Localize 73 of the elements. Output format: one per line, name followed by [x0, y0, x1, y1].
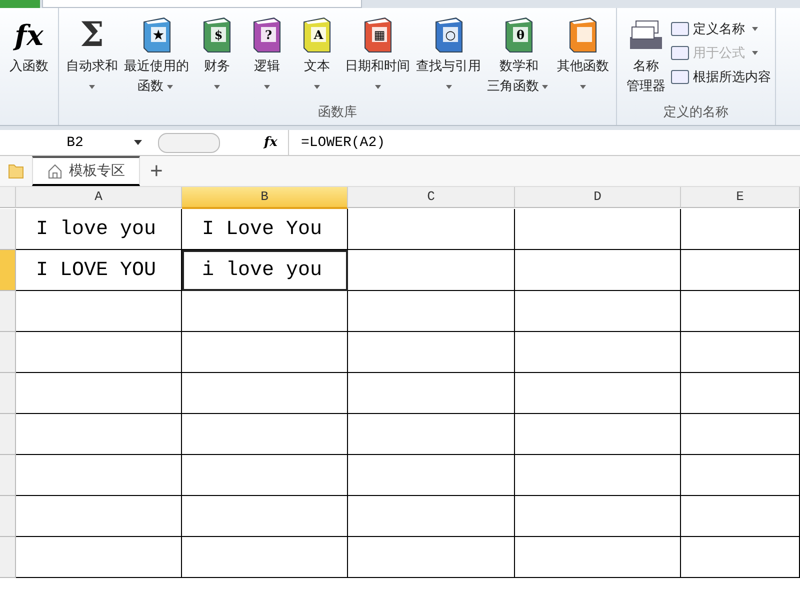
column-header[interactable]: B [182, 187, 348, 209]
table-cell[interactable] [348, 537, 515, 578]
table-cell[interactable] [182, 537, 348, 578]
template-tab[interactable]: 模板专区 [32, 156, 140, 186]
name-box[interactable]: B2 [0, 134, 150, 150]
table-cell[interactable] [515, 250, 681, 291]
table-cell[interactable] [348, 250, 515, 291]
ribbon-button[interactable]: ★ 最近使用的 函数 [121, 8, 192, 103]
table-cell[interactable] [348, 373, 515, 414]
ribbon-small-button[interactable]: 根据所选内容 [671, 68, 771, 86]
table-cell[interactable] [681, 291, 800, 332]
table-cell[interactable] [515, 291, 681, 332]
table-cell[interactable] [16, 414, 182, 455]
ribbon-button[interactable]: 其他函数 [554, 8, 612, 103]
table-cell[interactable] [515, 496, 681, 537]
table-cell[interactable] [348, 291, 515, 332]
table-cell[interactable] [515, 373, 681, 414]
function-icon: fx [14, 18, 44, 52]
table-cell[interactable] [681, 455, 800, 496]
table-cell[interactable] [681, 414, 800, 455]
table-cell[interactable] [348, 414, 515, 455]
group-label: 定义的名称 [664, 105, 728, 120]
group-label: 函数库 [318, 105, 357, 120]
ribbon-button[interactable]: fx 入函数 [4, 8, 54, 103]
sigma-icon: Σ [80, 15, 104, 55]
ribbon-small-button[interactable]: 定义名称 [671, 20, 771, 38]
ribbon-button[interactable]: ▦ 日期和时间 [342, 8, 413, 103]
table-cell[interactable] [16, 496, 182, 537]
column-header[interactable]: A [16, 187, 182, 208]
table-cell[interactable] [515, 537, 681, 578]
table-cell[interactable] [348, 332, 515, 373]
table-cell[interactable] [681, 250, 800, 291]
formula-text[interactable]: =LOWER(A2) [301, 134, 386, 150]
table-cell[interactable] [681, 496, 800, 537]
column-header[interactable]: E [681, 187, 800, 208]
ribbon-button[interactable]: ○ 查找与引用 [413, 8, 484, 103]
table-cell[interactable] [16, 291, 182, 332]
table-cell[interactable] [182, 373, 348, 414]
column-header[interactable]: C [348, 187, 515, 208]
table-cell[interactable] [515, 414, 681, 455]
table-cell[interactable] [681, 209, 800, 250]
ribbon-button[interactable]: 名称 管理器 [621, 8, 671, 103]
table-cell[interactable] [348, 209, 515, 250]
insert-function-button[interactable]: fx [260, 135, 288, 150]
column-header[interactable]: D [515, 187, 681, 208]
table-cell[interactable] [182, 455, 348, 496]
table-cell[interactable] [16, 373, 182, 414]
table-cell[interactable]: I Love You [182, 209, 348, 250]
table-cell[interactable] [681, 373, 800, 414]
table-cell[interactable] [16, 537, 182, 578]
ribbon-button[interactable]: Σ 自动求和 [63, 8, 121, 103]
ribbon-button[interactable]: θ 数学和 三角函数 [484, 8, 554, 103]
table-cell[interactable]: I LOVE YOU [16, 250, 182, 291]
table-cell[interactable] [182, 496, 348, 537]
active-cell[interactable]: i love you [182, 250, 348, 291]
table-cell[interactable] [515, 332, 681, 373]
table-cell[interactable] [182, 414, 348, 455]
table-cell[interactable] [182, 291, 348, 332]
ribbon-button[interactable]: $ 财务 [192, 8, 242, 103]
table-cell[interactable] [16, 332, 182, 373]
table-cell[interactable]: I love you [16, 209, 182, 250]
new-tab-button[interactable]: + [140, 156, 173, 186]
ribbon-button[interactable]: ? 逻辑 [242, 8, 292, 103]
table-cell[interactable] [348, 496, 515, 537]
table-cell[interactable] [348, 455, 515, 496]
table-cell[interactable] [16, 455, 182, 496]
table-cell[interactable] [681, 537, 800, 578]
table-cell[interactable] [681, 332, 800, 373]
table-cell[interactable] [515, 455, 681, 496]
table-cell[interactable] [182, 332, 348, 373]
home-icon [47, 163, 63, 179]
table-cell[interactable] [515, 209, 681, 250]
ribbon-button[interactable]: A 文本 [292, 8, 342, 103]
